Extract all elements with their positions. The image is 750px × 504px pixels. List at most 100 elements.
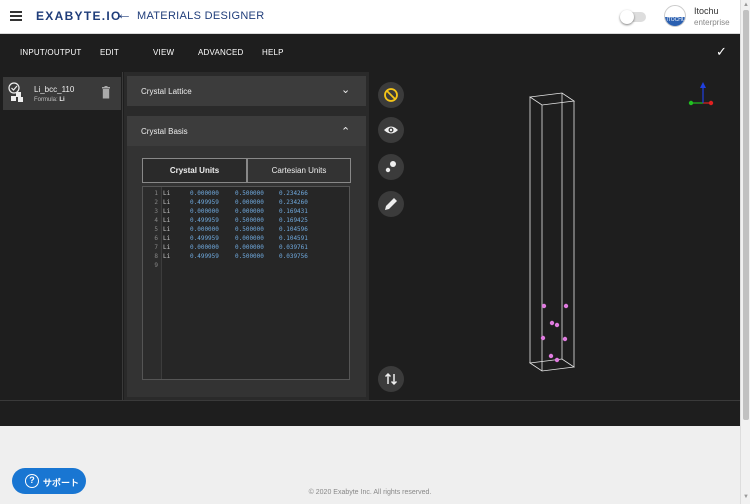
- axes-gizmo: [688, 82, 714, 106]
- material-select-icon[interactable]: [8, 82, 25, 102]
- top-app-bar: EXABYTE.IO ← MATERIALS DESIGNER ITOCHU I…: [0, 0, 740, 34]
- exabyte-logo[interactable]: EXABYTE.IO: [36, 9, 122, 23]
- basis-line: 8 Li 0.499959 0.500000 0.039756: [143, 252, 349, 261]
- basis-value: 0.500000: [235, 253, 264, 260]
- basis-value: 0.000000: [190, 190, 219, 197]
- basis-value: 0.000000: [190, 226, 219, 233]
- basis-value: 0.499959: [190, 253, 219, 260]
- basis-value: 0.039756: [279, 253, 308, 260]
- basis-value: 0.169425: [279, 217, 308, 224]
- trash-icon[interactable]: [101, 86, 111, 99]
- crystal-lattice-title: Crystal Lattice: [141, 87, 192, 96]
- basis-value: 0.000000: [235, 208, 264, 215]
- atom: [540, 335, 546, 341]
- unit-cell-box: [528, 92, 576, 372]
- line-number: 6: [154, 235, 158, 242]
- material-name: Li_bcc_110: [34, 85, 75, 94]
- line-number: 7: [154, 244, 158, 251]
- chevron-up-icon: ⌃: [341, 126, 351, 138]
- avatar-label: ITOCHU: [665, 17, 685, 26]
- formula-label: Formula:: [34, 97, 58, 103]
- line-number: 2: [154, 199, 158, 206]
- material-formula: Formula: Li: [34, 97, 65, 103]
- tab-cartesian-units[interactable]: Cartesian Units: [247, 158, 351, 183]
- copyright-text: © 2020 Exabyte Inc. All rights reserved.: [308, 489, 432, 496]
- menu-help[interactable]: HELP: [262, 48, 284, 57]
- basis-value: 0.000000: [235, 244, 264, 251]
- atom: [549, 320, 555, 326]
- basis-line: 6 Li 0.499959 0.000000 0.104591: [143, 234, 349, 243]
- basis-value: Li: [163, 208, 171, 215]
- page-scrollbar[interactable]: ▲ ▼: [740, 0, 750, 504]
- atoms: [540, 303, 569, 363]
- basis-line: 1 Li 0.000000 0.500000 0.234266: [143, 189, 349, 198]
- basis-code-editor[interactable]: 1 Li 0.000000 0.500000 0.234266 2 Li 0.499959 0.…: [142, 186, 350, 380]
- crystal-basis-title: Crystal Basis: [141, 127, 188, 136]
- basis-value: Li: [163, 244, 171, 251]
- basis-value: 0.000000: [235, 199, 264, 206]
- line-number: 5: [154, 226, 158, 233]
- line-number: 9: [154, 262, 158, 269]
- basis-value: 0.000000: [190, 244, 219, 251]
- basis-value: Li: [163, 199, 171, 206]
- user-name[interactable]: Itochu: [694, 6, 719, 16]
- basis-value: 0.499959: [190, 235, 219, 242]
- basis-value: 0.039761: [279, 244, 308, 251]
- menu-icon[interactable]: [10, 11, 22, 21]
- basis-value: 0.104596: [279, 226, 308, 233]
- 3d-viewer[interactable]: [370, 72, 740, 400]
- back-arrow-icon[interactable]: ←: [116, 6, 132, 24]
- menu-edit[interactable]: EDIT: [100, 48, 119, 57]
- basis-value: 0.500000: [235, 226, 264, 233]
- basis-line: 3 Li 0.000000 0.000000 0.169431: [143, 207, 349, 216]
- line-number: 4: [154, 217, 158, 224]
- basis-line: 7 Li 0.000000 0.000000 0.039761: [143, 243, 349, 252]
- line-number: 8: [154, 253, 158, 260]
- atom: [563, 303, 569, 309]
- atom: [554, 357, 560, 363]
- line-number: 1: [154, 190, 158, 197]
- basis-line: 5 Li 0.000000 0.500000 0.104596: [143, 225, 349, 234]
- main-workspace: Li_bcc_110 Formula: Li Crystal Lattice ⌄…: [0, 72, 740, 400]
- atom: [562, 336, 568, 342]
- basis-value: 0.104591: [279, 235, 308, 242]
- chevron-down-icon: ⌄: [341, 84, 351, 96]
- line-number: 3: [154, 208, 158, 215]
- app-title: MATERIALS DESIGNER: [137, 10, 265, 22]
- basis-line: 4 Li 0.499959 0.500000 0.169425: [143, 216, 349, 225]
- basis-value: Li: [163, 217, 171, 224]
- scroll-up-icon[interactable]: ▲: [743, 2, 749, 8]
- help-circle-icon: ?: [25, 474, 39, 488]
- support-label: サポート: [43, 478, 80, 488]
- basis-value: 0.499959: [190, 199, 219, 206]
- formula-value: Li: [59, 97, 65, 103]
- basis-value: 0.499959: [190, 217, 219, 224]
- basis-value: 0.234260: [279, 199, 308, 206]
- basis-value: 0.234266: [279, 190, 308, 197]
- scroll-down-icon[interactable]: ▼: [743, 494, 749, 500]
- menu-input-output[interactable]: INPUT/OUTPUT: [20, 48, 82, 57]
- structure-canvas: [528, 82, 714, 372]
- editor-panel: Crystal Lattice ⌄ Crystal Basis ⌃ Crysta…: [124, 72, 369, 400]
- toggle-knob: [620, 10, 634, 24]
- check-icon[interactable]: ✓: [716, 44, 727, 60]
- scroll-thumb[interactable]: [743, 10, 749, 420]
- atom: [541, 303, 547, 309]
- material-item[interactable]: Li_bcc_110 Formula: Li: [3, 77, 121, 110]
- tab-crystal-units[interactable]: Crystal Units: [142, 158, 247, 183]
- crystal-basis-header[interactable]: Crystal Basis ⌃: [127, 116, 366, 146]
- page-footer: ? サポート © 2020 Exabyte Inc. All rights re…: [0, 426, 740, 504]
- theme-toggle[interactable]: [620, 10, 646, 24]
- basis-line: 9: [143, 261, 349, 270]
- basis-value: 0.500000: [235, 190, 264, 197]
- menu-advanced[interactable]: ADVANCED: [198, 48, 243, 57]
- menu-view[interactable]: VIEW: [153, 48, 174, 57]
- materials-list: Li_bcc_110 Formula: Li: [0, 72, 123, 400]
- atom: [554, 322, 560, 328]
- basis-line: 2 Li 0.499959 0.000000 0.234260: [143, 198, 349, 207]
- avatar[interactable]: ITOCHU: [664, 5, 686, 27]
- crystal-lattice-header[interactable]: Crystal Lattice ⌄: [127, 76, 366, 106]
- atom: [548, 353, 554, 359]
- basis-value: 0.169431: [279, 208, 308, 215]
- basis-value: Li: [163, 253, 171, 260]
